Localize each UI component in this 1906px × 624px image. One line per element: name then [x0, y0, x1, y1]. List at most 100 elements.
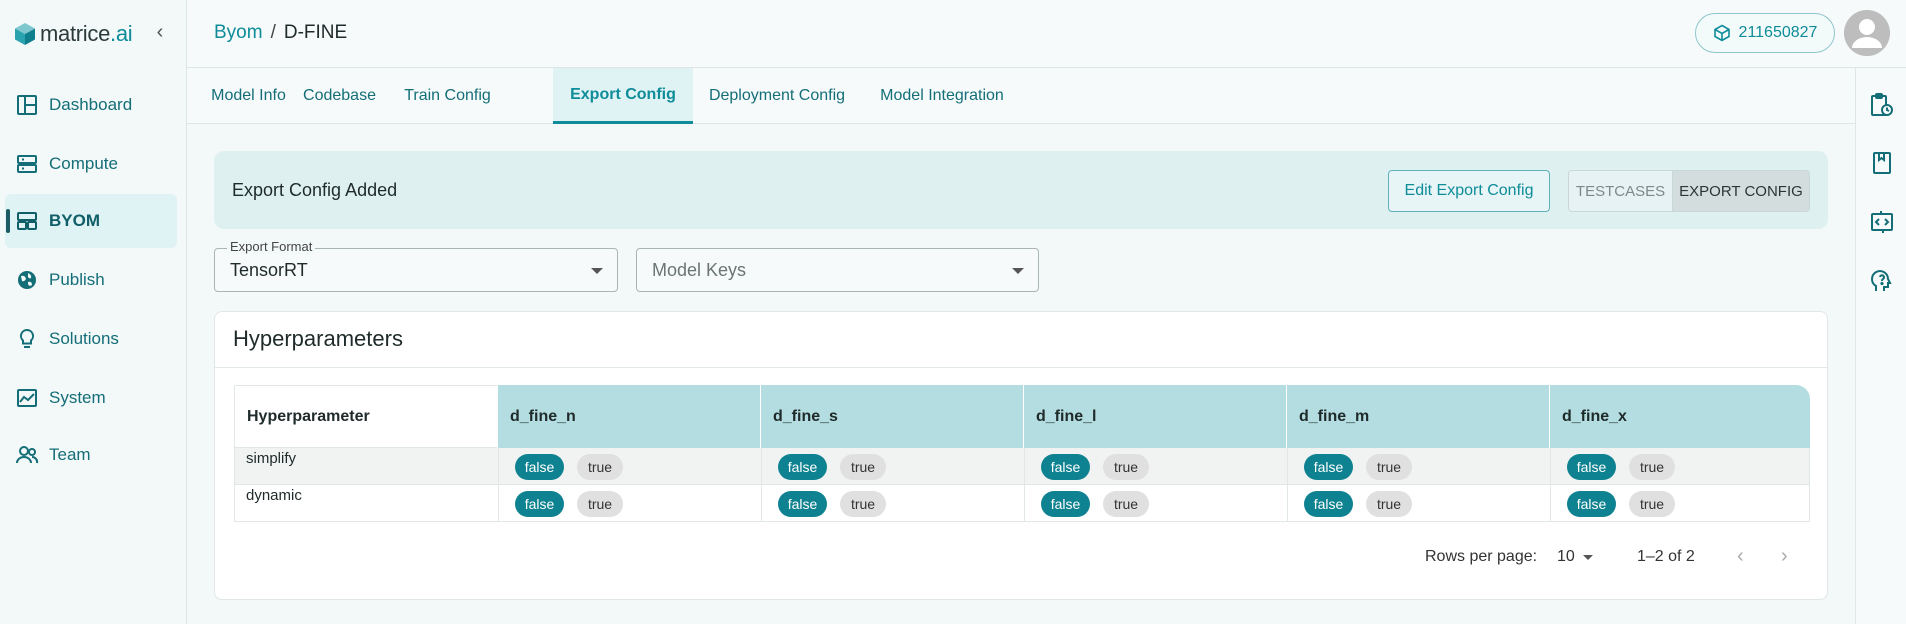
column-header-hyperparameter: Hyperparameter: [234, 385, 497, 448]
tab-bar: Model Info Codebase Train Config Export …: [187, 68, 1855, 124]
lightbulb-icon: [15, 327, 39, 351]
option-cell: false true: [1550, 485, 1811, 521]
chip-false[interactable]: false: [1567, 491, 1616, 517]
sidebar-item-compute[interactable]: Compute: [5, 137, 177, 191]
sidebar-item-solutions[interactable]: Solutions: [5, 312, 177, 366]
export-config-banner: Export Config Added Edit Export Config T…: [214, 151, 1828, 229]
pagination-range: 1–2 of 2: [1637, 548, 1695, 565]
tab-model-integration[interactable]: Model Integration: [873, 68, 1011, 124]
chip-false[interactable]: false: [1304, 491, 1353, 517]
column-header: d_fine_s: [760, 385, 1023, 448]
option-cell: false true: [1024, 448, 1287, 484]
top-header: Byom / D-FINE 211650827: [187, 0, 1906, 68]
breadcrumb-separator: /: [270, 22, 276, 43]
sidebar-item-label: Compute: [49, 154, 118, 173]
row-label: dynamic: [246, 487, 302, 504]
hyperparameters-table: Hyperparameter d_fine_n d_fine_s d_fine_…: [234, 385, 1810, 525]
option-cell: false true: [498, 448, 761, 484]
tab-train-config[interactable]: Train Config: [392, 68, 503, 124]
tab-codebase[interactable]: Codebase: [298, 68, 381, 124]
chip-true[interactable]: true: [1366, 454, 1412, 480]
option-cell: false true: [1024, 485, 1287, 521]
help-head-icon[interactable]: [1869, 268, 1895, 294]
credits-value: 211650827: [1738, 24, 1818, 41]
chip-true[interactable]: true: [840, 491, 886, 517]
prev-page-button[interactable]: ‹: [1737, 545, 1744, 568]
toggle-export-config[interactable]: EXPORT CONFIG: [1673, 171, 1809, 211]
option-cell: false true: [1550, 448, 1811, 484]
card-title: Hyperparameters: [233, 326, 403, 351]
collapse-sidebar-button[interactable]: ‹: [150, 20, 170, 44]
code-icon[interactable]: [1869, 209, 1895, 235]
chip-false[interactable]: false: [515, 491, 564, 517]
chip-true[interactable]: true: [840, 454, 886, 480]
option-cell: false true: [1287, 485, 1550, 521]
sidebar-item-label: System: [49, 388, 106, 407]
table-row: dynamic false true false true false true…: [234, 485, 1810, 522]
logo[interactable]: matrice.ai: [14, 20, 133, 48]
divider: [215, 367, 1827, 368]
sidebar-item-team[interactable]: Team: [5, 428, 177, 482]
column-header: d_fine_l: [1023, 385, 1286, 448]
next-page-button[interactable]: ›: [1781, 545, 1788, 568]
chip-true[interactable]: true: [1629, 454, 1675, 480]
column-header: d_fine_n: [497, 385, 760, 448]
model-keys-select[interactable]: Model Keys: [636, 248, 1039, 292]
sidebar-item-label: Dashboard: [49, 95, 133, 114]
dashboard-icon: [15, 93, 39, 117]
pagination: Rows per page: 10 1–2 of 2 ‹ ›: [215, 542, 1827, 572]
logo-cube-icon: [15, 23, 35, 45]
export-format-label: Export Format: [227, 239, 316, 254]
tab-export-config[interactable]: Export Config: [553, 68, 693, 124]
avatar-icon[interactable]: [1844, 10, 1890, 56]
column-header: d_fine_x: [1549, 385, 1810, 448]
export-format-select[interactable]: Export Format TensorRT: [214, 239, 618, 292]
toggle-testcases[interactable]: TESTCASES: [1569, 171, 1673, 211]
sidebar: matrice.ai ‹ Dashboard Compute BYOM Publ…: [0, 0, 187, 624]
table-row: simplify false true false true false tru…: [234, 448, 1810, 485]
tab-deployment-config[interactable]: Deployment Config: [703, 68, 851, 124]
byom-icon: [15, 209, 39, 233]
sidebar-item-publish[interactable]: Publish: [5, 253, 177, 307]
chip-true[interactable]: true: [1103, 454, 1149, 480]
cube-icon: [1713, 24, 1730, 42]
sidebar-item-byom[interactable]: BYOM: [5, 194, 177, 248]
book-icon[interactable]: [1869, 150, 1895, 176]
option-cell: false true: [761, 448, 1024, 484]
chip-false[interactable]: false: [778, 454, 827, 480]
chip-true[interactable]: true: [1629, 491, 1675, 517]
compute-icon: [15, 152, 39, 176]
chip-true[interactable]: true: [1103, 491, 1149, 517]
breadcrumb-current: D-FINE: [283, 22, 348, 43]
chip-true[interactable]: true: [577, 454, 623, 480]
chip-true[interactable]: true: [1366, 491, 1412, 517]
view-toggle: TESTCASES EXPORT CONFIG: [1568, 170, 1810, 212]
breadcrumb-link-byom[interactable]: Byom: [214, 22, 263, 44]
chip-false[interactable]: false: [778, 491, 827, 517]
chip-true[interactable]: true: [577, 491, 623, 517]
chip-false[interactable]: false: [1304, 454, 1353, 480]
edit-export-config-button[interactable]: Edit Export Config: [1388, 170, 1550, 212]
logo-text: matrice.ai: [40, 21, 133, 46]
row-label: simplify: [246, 450, 297, 467]
export-format-value: TensorRT: [230, 260, 308, 280]
breadcrumb: Byom / D-FINE: [214, 22, 347, 44]
option-cell: false true: [1287, 448, 1550, 484]
chip-false[interactable]: false: [515, 454, 564, 480]
credits-badge[interactable]: 211650827: [1695, 13, 1835, 53]
rows-per-page-select[interactable]: 10: [1557, 548, 1575, 566]
sidebar-item-label: Solutions: [49, 329, 119, 348]
tab-model-info[interactable]: Model Info: [204, 68, 293, 124]
sidebar-item-system[interactable]: System: [5, 371, 177, 425]
sidebar-item-label: Team: [49, 445, 91, 464]
sidebar-item-label: Publish: [49, 270, 105, 289]
column-header: d_fine_m: [1286, 385, 1549, 448]
system-icon: [15, 386, 39, 410]
chip-false[interactable]: false: [1041, 491, 1090, 517]
chip-false[interactable]: false: [1041, 454, 1090, 480]
caret-down-icon[interactable]: [1583, 555, 1593, 560]
chip-false[interactable]: false: [1567, 454, 1616, 480]
clipboard-clock-icon[interactable]: [1869, 92, 1895, 118]
caret-down-icon: [1012, 268, 1024, 274]
sidebar-item-dashboard[interactable]: Dashboard: [5, 78, 177, 132]
